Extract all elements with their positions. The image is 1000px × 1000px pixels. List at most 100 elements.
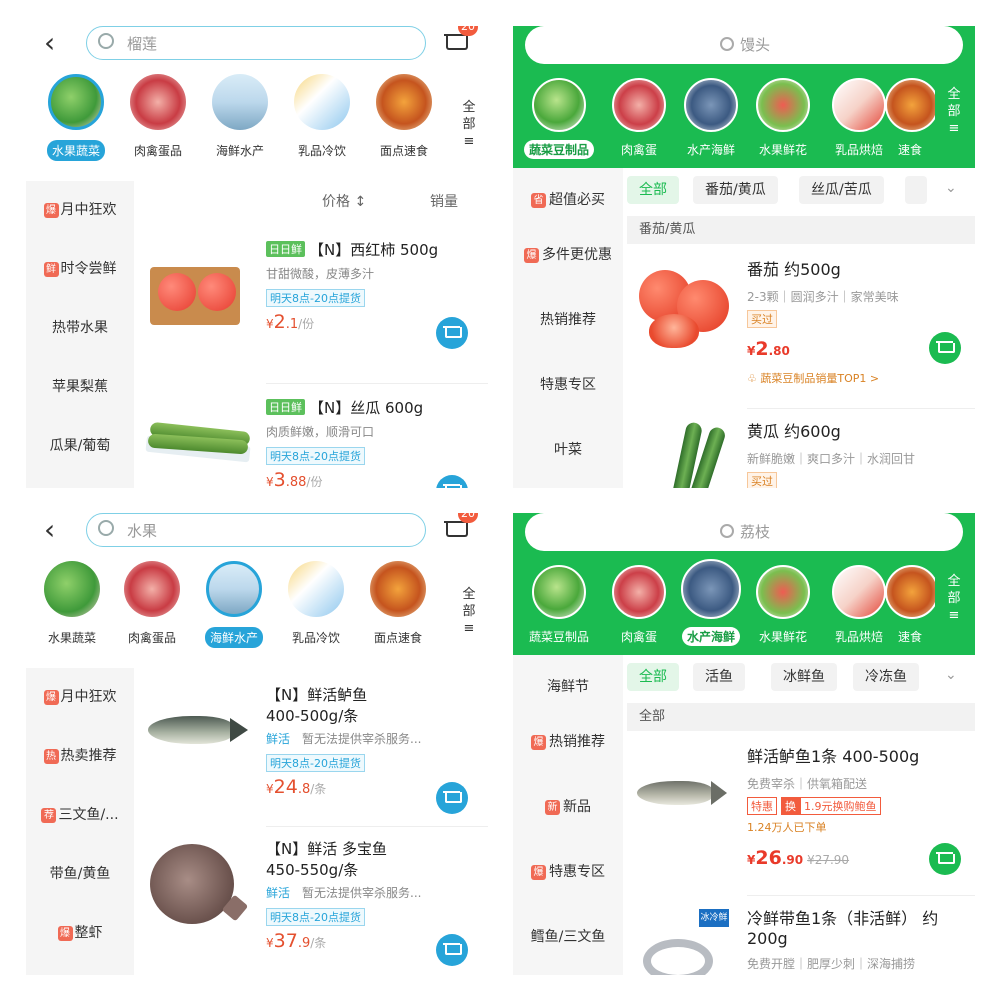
category-noodles[interactable]: 面点速食 (356, 561, 440, 648)
bought-tag: 买过 (747, 472, 777, 488)
sort-price[interactable]: 价格 ↕ (322, 191, 366, 211)
category-label: 蔬菜豆制品 (523, 140, 594, 159)
all-categories-button[interactable]: 全部 ≡ (458, 583, 480, 637)
category-label: 水果蔬菜 (46, 140, 105, 161)
search-placeholder: 荔枝 (740, 523, 771, 541)
add-to-cart-button[interactable] (436, 934, 468, 966)
sidebar-item[interactable]: 爆特惠专区 (513, 840, 623, 905)
category-veg-tofu[interactable]: 蔬菜豆制品 (517, 565, 601, 646)
category-veg-tofu[interactable]: 蔬菜豆制品 (517, 78, 601, 159)
filter-chips: 全部 番茄/黄瓜 丝瓜/苦瓜 ⌄ (623, 176, 975, 208)
product-card[interactable]: 冰冷鲜 冷鲜带鱼1条（非活鲜） 约200g 免费开膛｜肥厚少刺｜深海捕捞 (623, 909, 975, 975)
category-fruit-veg[interactable]: 水果蔬菜 (34, 74, 118, 161)
add-to-cart-button[interactable] (436, 475, 468, 488)
fresh-badge: 日日鲜 (266, 241, 305, 257)
sidebar-item[interactable]: 荐三文鱼/... (26, 786, 134, 845)
sidebar-item[interactable]: 苹果梨蕉 (26, 358, 134, 417)
sidebar-item[interactable]: 瓜果/葡萄 (26, 417, 134, 476)
product-card[interactable]: 【N】鲜活鲈鱼 400-500g/条 鲜活 暂无法提供宰杀服务... 明天8点-20… (134, 684, 488, 822)
chevron-down-icon[interactable]: ⌄ (945, 180, 957, 196)
category-instant[interactable]: 速食 (885, 78, 935, 159)
filter-chip-more[interactable] (905, 176, 927, 204)
category-noodles[interactable]: 面点速食 (362, 74, 446, 161)
add-to-cart-button[interactable] (929, 843, 961, 875)
sidebar-item[interactable]: 特惠专区 (513, 353, 623, 418)
sidebar-item[interactable]: 热销推荐 (513, 288, 623, 353)
sidebar-label: 三文鱼/... (58, 807, 119, 823)
add-to-cart-button[interactable] (929, 332, 961, 364)
filter-chip[interactable]: 番茄/黄瓜 (693, 176, 778, 204)
category-label: 乳品烘焙 (834, 630, 883, 644)
all-categories-button[interactable]: 全部 ≡ (458, 96, 480, 150)
chevron-down-icon[interactable]: ⌄ (945, 667, 957, 683)
category-image (130, 74, 186, 130)
category-fruit-veg[interactable]: 水果蔬菜 (30, 561, 114, 648)
filter-chip[interactable]: 丝瓜/苦瓜 (799, 176, 884, 204)
filter-chip[interactable]: 冷冻鱼 (853, 663, 919, 691)
category-image (376, 74, 432, 130)
sidebar-item[interactable]: 爆热销推荐 (513, 710, 623, 775)
all-label: 全部 (947, 574, 961, 606)
category-seafood[interactable]: 海鲜水产 (198, 74, 282, 161)
sidebar-item[interactable]: 叶菜 (513, 418, 623, 483)
category-row: 水果蔬菜 肉禽蛋品 海鲜水产 乳品冷饮 面点速食 全部 ≡ (26, 74, 488, 174)
crown-icon: ♧ (747, 372, 761, 385)
sidebar-item[interactable]: 热热卖推荐 (26, 727, 134, 786)
category-row: 水果蔬菜 肉禽蛋品 海鲜水产 乳品冷饮 面点速食 全部 ≡ (26, 561, 488, 661)
back-icon[interactable]: ‹ (44, 515, 55, 545)
cart-icon[interactable]: 20 (444, 513, 478, 543)
add-to-cart-button[interactable] (436, 782, 468, 814)
sidebar-label: 热销推荐 (540, 312, 596, 328)
sidebar-item[interactable]: 带鱼/黄鱼 (26, 845, 134, 904)
menu-icon: ≡ (948, 121, 960, 136)
search-input[interactable]: 水果 (86, 513, 426, 547)
category-meat-egg[interactable]: 肉禽蛋品 (110, 561, 194, 648)
sidebar-item[interactable]: 爆多件更优惠 (513, 223, 623, 288)
search-input[interactable]: 馒头 (525, 26, 963, 64)
sidebar-item[interactable]: 热带水果 (26, 299, 134, 358)
all-label: 全部 (462, 100, 476, 132)
category-seafood[interactable]: 海鲜水产 (192, 561, 276, 648)
search-input[interactable]: 荔枝 (525, 513, 963, 551)
add-to-cart-button[interactable] (436, 317, 468, 349)
category-dairy[interactable]: 乳品冷饮 (274, 561, 358, 648)
sidebar-label: 新品 (563, 799, 591, 815)
category-instant[interactable]: 速食 (885, 565, 935, 646)
filter-chip[interactable]: 冰鲜鱼 (771, 663, 837, 691)
filter-chip[interactable]: 全部 (627, 176, 679, 204)
filter-chip[interactable]: 活鱼 (693, 663, 745, 691)
all-categories-button[interactable]: 全部 ≡ (943, 573, 965, 624)
sidebar-item[interactable]: 爆月中狂欢 (26, 668, 134, 727)
search-input[interactable]: 榴莲 (86, 26, 426, 60)
sidebar-tag: 爆 (524, 247, 539, 263)
sort-sales[interactable]: 销量 (430, 191, 458, 211)
sidebar-item[interactable]: 爆整虾 (26, 904, 134, 963)
sidebar-item[interactable]: 鲜时令尝鲜 (26, 240, 134, 299)
top-bar: 馒头 蔬菜豆制品 肉禽蛋 水产海鲜 水果鲜花 乳品烘焙 速食 全部 ≡ (513, 26, 975, 168)
sidebar-item[interactable]: 省超值必买 (513, 178, 623, 223)
category-image (885, 565, 935, 619)
product-card[interactable]: 番茄 约500g 2-3颗｜圆润多汁｜家常美味 买过 ¥2.80 ♧ 蔬菜豆制品… (623, 260, 975, 410)
product-card[interactable]: 日日鲜 【N】丝瓜 600g 肉质鲜嫩，顺滑可口 明天8点-20点提货 ¥3.88… (134, 397, 488, 488)
product-list: 【N】鲜活鲈鱼 400-500g/条 鲜活 暂无法提供宰杀服务... 明天8点-20… (134, 668, 488, 975)
sidebar-item[interactable]: 鳕鱼/三文鱼 (513, 905, 623, 970)
product-card[interactable]: 黄瓜 约600g 新鲜脆嫩｜爽口多汁｜水润回甘 买过 (623, 421, 975, 488)
category-dairy[interactable]: 乳品冷饮 (280, 74, 364, 161)
sidebar-item[interactable]: 海鲜节 (513, 665, 623, 710)
product-card[interactable]: 【N】鲜活 多宝鱼 450-550g/条 鲜活 暂无法提供宰杀服务... 明天8点-… (134, 838, 488, 975)
rank-badge[interactable]: ♧ 蔬菜豆制品销量TOP1 > (747, 370, 879, 386)
sidebar-item[interactable]: 爆月中狂欢 (26, 181, 134, 240)
product-card[interactable]: 日日鲜 【N】西红柿 500g 甘甜微酸，皮薄多汁 明天8点-20点提货 ¥2.1… (134, 239, 488, 377)
sidebar-item[interactable]: 新新品 (513, 775, 623, 840)
cart-icon[interactable]: 20 (444, 26, 478, 56)
filter-chip[interactable]: 全部 (627, 663, 679, 691)
category-image (44, 561, 100, 617)
fresh-badge: 日日鲜 (266, 399, 305, 415)
category-image (684, 78, 738, 132)
category-meat-egg[interactable]: 肉禽蛋品 (116, 74, 200, 161)
category-fruit-flower[interactable]: 水果鲜花 (741, 565, 825, 646)
back-icon[interactable]: ‹ (44, 28, 55, 58)
product-card[interactable]: 鲜活鲈鱼1条 400-500g 免费宰杀｜供氧箱配送 特惠换 1.9元换购鲍鱼 1… (623, 747, 975, 897)
category-fruit-flower[interactable]: 水果鲜花 (741, 78, 825, 159)
all-categories-button[interactable]: 全部 ≡ (943, 86, 965, 137)
